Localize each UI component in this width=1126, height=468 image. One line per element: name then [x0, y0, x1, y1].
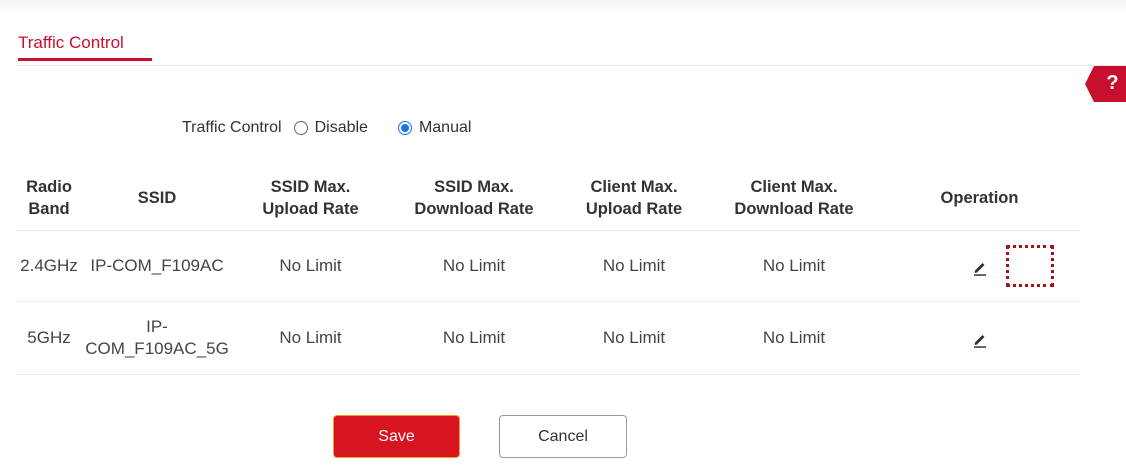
- traffic-control-setting: Traffic Control Disable Manual: [182, 119, 501, 137]
- table-header-row: Radio Band SSID SSID Max. Upload Rate SSID…: [16, 166, 1080, 231]
- tab-divider: [16, 65, 1126, 66]
- radio-disable[interactable]: Disable: [293, 119, 368, 137]
- col-client-max-download: Client Max. Download Rate: [709, 166, 879, 231]
- cell-ssid-download: No Limit: [389, 230, 559, 302]
- save-button[interactable]: Save: [333, 415, 460, 458]
- cell-client-download: No Limit: [709, 230, 879, 302]
- tab-traffic-control[interactable]: Traffic Control: [18, 33, 124, 53]
- radio-disable-label: Disable: [314, 119, 368, 136]
- cell-operation: [879, 301, 1080, 375]
- question-icon: ?: [1106, 72, 1119, 94]
- help-button[interactable]: ?: [1085, 66, 1126, 102]
- edit-icon[interactable]: [971, 330, 989, 348]
- col-ssid-max-download: SSID Max. Download Rate: [389, 166, 559, 231]
- radio-manual-circle[interactable]: [397, 121, 412, 135]
- table-row: 5GHz IP- COM_F109AC_5G No Limit No Limit …: [16, 301, 1080, 375]
- cell-ssid: IP- COM_F109AC_5G: [82, 301, 232, 375]
- col-client-max-upload: Client Max. Upload Rate: [559, 166, 709, 231]
- col-ssid-max-upload: SSID Max. Upload Rate: [232, 166, 389, 231]
- traffic-control-label: Traffic Control: [182, 119, 282, 136]
- cell-ssid-upload: No Limit: [232, 301, 389, 375]
- radio-manual[interactable]: Manual: [397, 119, 472, 137]
- traffic-control-table: Radio Band SSID SSID Max. Upload Rate SSID…: [16, 166, 1080, 375]
- tab-active-underline: [18, 58, 152, 61]
- top-shadow: [0, 0, 1126, 14]
- col-radio-band: Radio Band: [16, 166, 82, 231]
- cancel-button[interactable]: Cancel: [499, 415, 627, 458]
- edit-icon[interactable]: [971, 258, 989, 276]
- cell-ssid-upload: No Limit: [232, 230, 389, 302]
- cell-band: 5GHz: [16, 301, 82, 375]
- cell-band: 2.4GHz: [16, 230, 82, 302]
- col-ssid: SSID: [82, 166, 232, 231]
- col-operation: Operation: [879, 166, 1080, 231]
- table-row: 2.4GHz IP-COM_F109AC No Limit No Limit N…: [16, 230, 1080, 302]
- cell-client-upload: No Limit: [559, 301, 709, 375]
- radio-manual-label: Manual: [418, 119, 472, 136]
- cell-client-upload: No Limit: [559, 230, 709, 302]
- edit-highlight-box: [1006, 245, 1054, 287]
- radio-disable-circle[interactable]: [293, 121, 308, 135]
- cell-ssid: IP-COM_F109AC: [82, 230, 232, 302]
- cell-client-download: No Limit: [709, 301, 879, 375]
- cell-ssid-download: No Limit: [389, 301, 559, 375]
